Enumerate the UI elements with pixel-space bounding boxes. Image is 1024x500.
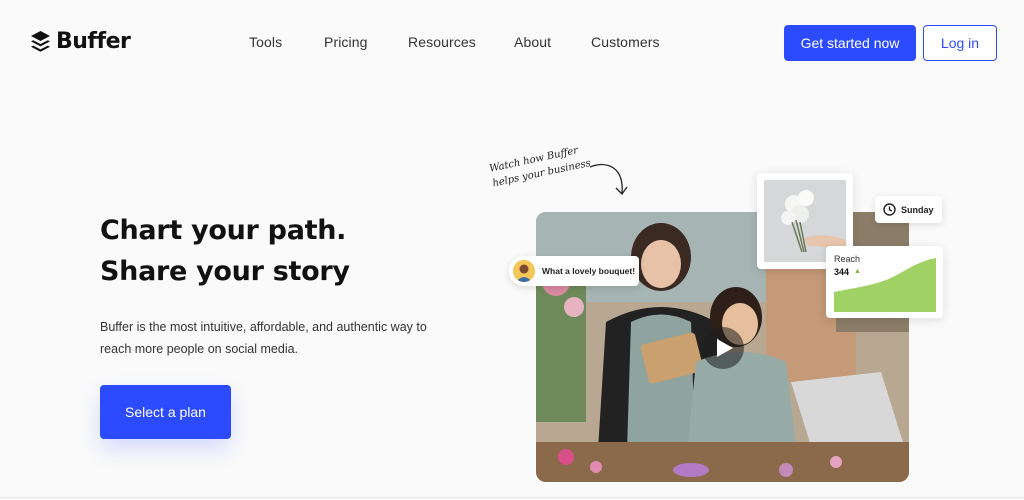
curved-arrow-icon — [589, 163, 628, 196]
nav-item-about[interactable]: About — [514, 34, 551, 50]
schedule-day: Sunday — [901, 204, 934, 215]
nav-item-pricing[interactable]: Pricing — [324, 34, 368, 50]
hero-headline-line1: Chart your path. — [100, 215, 347, 246]
avatar — [513, 260, 535, 282]
select-plan-button[interactable]: Select a plan — [100, 385, 231, 439]
handwritten-note: Watch how Buffer helps your business — [488, 145, 592, 190]
hero-headline: Chart your path. Share your story — [100, 210, 350, 292]
play-icon — [716, 339, 733, 357]
brand-logo[interactable]: Buffer — [30, 29, 131, 54]
get-started-button[interactable]: Get started now — [784, 25, 916, 61]
clock-icon — [883, 203, 896, 216]
nav-item-resources[interactable]: Resources — [408, 34, 476, 50]
reach-value: 344 — [834, 267, 850, 277]
reach-stat-card: Reach 344 ▲ — [826, 246, 943, 318]
comment-bubble: What a lovely bouquet! — [509, 256, 639, 286]
hero-headline-line2: Share your story — [100, 256, 350, 287]
schedule-badge: Sunday — [875, 196, 942, 223]
reach-label: Reach — [834, 254, 861, 264]
login-button[interactable]: Log in — [923, 25, 997, 61]
reach-area-graphic — [834, 258, 936, 312]
hero-subtext: Buffer is the most intuitive, affordable… — [100, 320, 427, 356]
buffer-stack-icon — [31, 30, 50, 52]
comment-text: What a lovely bouquet! — [542, 266, 636, 276]
triangle-up-icon: ▲ — [854, 268, 861, 275]
play-button[interactable] — [702, 327, 744, 369]
brand-name: Buffer — [56, 29, 131, 54]
person-avatar-icon — [513, 260, 535, 282]
section-divider — [0, 497, 1024, 498]
nav-item-tools[interactable]: Tools — [249, 34, 282, 50]
nav-item-customers[interactable]: Customers — [591, 34, 660, 50]
site-header: Buffer Tools Pricing Resources About Cus… — [0, 0, 1024, 86]
